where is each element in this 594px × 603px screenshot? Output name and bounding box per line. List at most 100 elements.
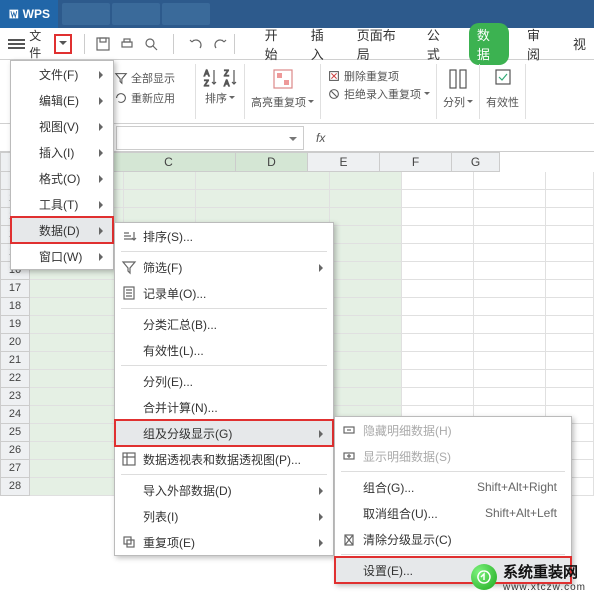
reapply-button[interactable]: 重新应用	[114, 90, 175, 106]
sort-asc-icon[interactable]: AZ	[202, 66, 218, 88]
menu-item[interactable]: 排序(S)...	[115, 223, 333, 249]
cell[interactable]	[546, 262, 594, 280]
cell[interactable]	[546, 298, 594, 316]
column-header[interactable]: C	[102, 152, 236, 172]
cell[interactable]	[402, 226, 474, 244]
cell[interactable]	[402, 280, 474, 298]
cell[interactable]	[546, 352, 594, 370]
title-tab[interactable]	[112, 3, 160, 25]
cell[interactable]	[402, 172, 474, 190]
cell[interactable]	[402, 334, 474, 352]
cell[interactable]	[330, 280, 402, 298]
menu-item[interactable]: 数据透视表和数据透视图(P)...	[115, 446, 333, 472]
row-header[interactable]: 19	[0, 316, 30, 334]
cell[interactable]	[30, 280, 124, 298]
cell[interactable]	[402, 298, 474, 316]
save-icon[interactable]	[95, 36, 111, 52]
name-box[interactable]	[116, 126, 304, 150]
cell[interactable]	[330, 388, 402, 406]
row-header[interactable]: 23	[0, 388, 30, 406]
menu-item[interactable]: 组及分级显示(G)	[115, 420, 333, 446]
menu-item[interactable]: 文件(F)	[11, 61, 113, 87]
row-header[interactable]: 25	[0, 424, 30, 442]
cell[interactable]	[30, 352, 124, 370]
menu-item[interactable]: 窗口(W)	[11, 243, 113, 269]
menu-item[interactable]: 分列(E)...	[115, 368, 333, 394]
cell[interactable]	[546, 244, 594, 262]
tab-页面布局[interactable]: 页面布局	[353, 23, 409, 65]
row-header[interactable]: 26	[0, 442, 30, 460]
cell[interactable]	[474, 352, 546, 370]
menu-item[interactable]: 合并计算(N)...	[115, 394, 333, 420]
menu-item[interactable]: 分类汇总(B)...	[115, 311, 333, 337]
cell[interactable]	[546, 334, 594, 352]
cell[interactable]	[30, 298, 124, 316]
row-header[interactable]: 24	[0, 406, 30, 424]
cell[interactable]	[474, 370, 546, 388]
cell[interactable]	[402, 208, 474, 226]
cell[interactable]	[474, 208, 546, 226]
print-icon[interactable]	[119, 36, 135, 52]
cell[interactable]	[196, 172, 330, 190]
cell[interactable]	[474, 316, 546, 334]
cell[interactable]	[402, 370, 474, 388]
menu-item[interactable]: 隐藏明细数据(H)	[335, 417, 571, 443]
cell[interactable]	[30, 370, 124, 388]
cell[interactable]	[474, 244, 546, 262]
row-header[interactable]: 20	[0, 334, 30, 352]
tab-公式[interactable]: 公式	[423, 23, 455, 65]
cell[interactable]	[30, 460, 124, 478]
menu-item[interactable]: 格式(O)	[11, 165, 113, 191]
cell[interactable]	[474, 280, 546, 298]
cell[interactable]	[330, 244, 402, 262]
preview-icon[interactable]	[143, 36, 159, 52]
tab-视[interactable]: 视	[569, 32, 590, 55]
row-header[interactable]: 17	[0, 280, 30, 298]
cell[interactable]	[402, 190, 474, 208]
menu-item[interactable]: 有效性(L)...	[115, 337, 333, 363]
tab-开始[interactable]: 开始	[261, 23, 293, 65]
menu-item[interactable]: 数据(D)	[11, 217, 113, 243]
menu-item[interactable]: 视图(V)	[11, 113, 113, 139]
fx-label[interactable]: fx	[316, 131, 325, 145]
cell[interactable]	[546, 226, 594, 244]
menu-item[interactable]: 导入外部数据(D)	[115, 477, 333, 503]
cell[interactable]	[330, 298, 402, 316]
cell[interactable]	[474, 334, 546, 352]
menu-item[interactable]: 筛选(F)	[115, 254, 333, 280]
cell[interactable]	[330, 172, 402, 190]
sort-button[interactable]: 排序	[205, 90, 235, 106]
row-header[interactable]: 27	[0, 460, 30, 478]
column-header[interactable]: F	[380, 152, 452, 172]
delete-dup-button[interactable]: 删除重复项	[327, 68, 399, 84]
cell[interactable]	[330, 262, 402, 280]
row-header[interactable]: 21	[0, 352, 30, 370]
cell[interactable]	[474, 190, 546, 208]
cell[interactable]	[546, 370, 594, 388]
cell[interactable]	[402, 262, 474, 280]
tab-审阅[interactable]: 审阅	[523, 23, 555, 65]
cell[interactable]	[330, 226, 402, 244]
column-header[interactable]: D	[236, 152, 308, 172]
sort-desc-icon[interactable]: ZA	[222, 66, 238, 88]
cell[interactable]	[330, 352, 402, 370]
cell[interactable]	[546, 190, 594, 208]
cell[interactable]	[330, 334, 402, 352]
formula-input[interactable]	[333, 126, 594, 150]
cell[interactable]	[546, 316, 594, 334]
column-header[interactable]: G	[452, 152, 500, 172]
tab-数据[interactable]: 数据	[469, 23, 509, 65]
row-header[interactable]: 22	[0, 370, 30, 388]
menu-item[interactable]: 记录单(O)...	[115, 280, 333, 306]
cell[interactable]	[402, 388, 474, 406]
cell[interactable]	[196, 190, 330, 208]
cell[interactable]	[474, 298, 546, 316]
redo-icon[interactable]	[212, 36, 228, 52]
tab-插入[interactable]: 插入	[307, 23, 339, 65]
cell[interactable]	[474, 172, 546, 190]
show-all-button[interactable]: 全部显示	[114, 70, 175, 86]
cell[interactable]	[546, 388, 594, 406]
cell[interactable]	[124, 190, 196, 208]
menu-item[interactable]: 列表(I)	[115, 503, 333, 529]
cell[interactable]	[402, 316, 474, 334]
